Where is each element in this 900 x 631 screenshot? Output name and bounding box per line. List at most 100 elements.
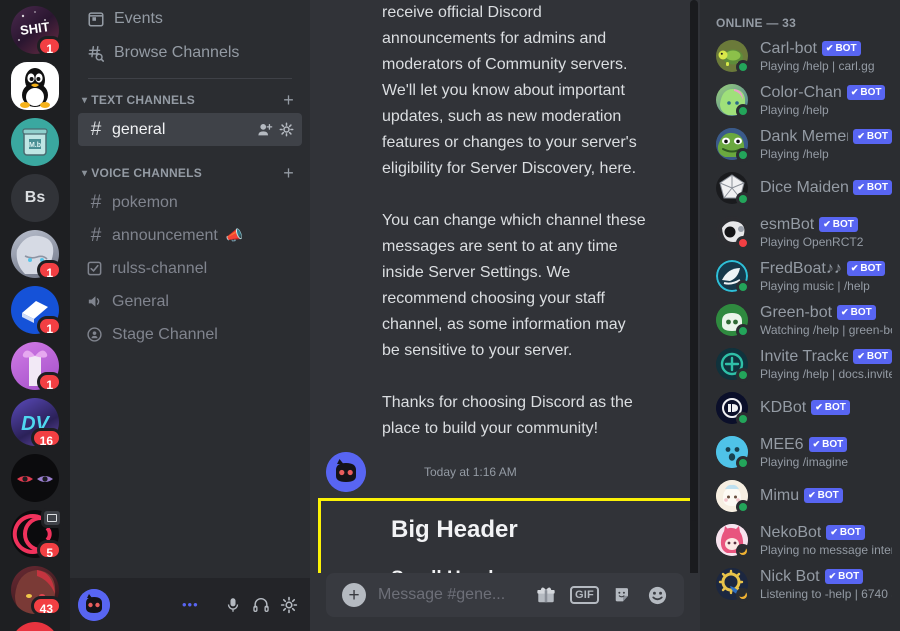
bot-label: BOT <box>835 43 857 54</box>
avatar[interactable] <box>716 524 750 558</box>
avatar[interactable] <box>716 436 750 470</box>
check-icon: ✔ <box>828 571 837 581</box>
channel-general[interactable]: # general <box>78 113 302 146</box>
status-indicator <box>736 148 750 162</box>
add-member-icon[interactable] <box>257 122 273 138</box>
server-icon-anime[interactable]: 1 <box>11 230 62 280</box>
gear-icon[interactable] <box>279 122 294 137</box>
avatar[interactable] <box>326 452 366 492</box>
nav-item-events[interactable]: Events <box>78 2 302 36</box>
gift-icon[interactable] <box>536 585 556 605</box>
gif-icon[interactable]: GIF <box>570 586 599 604</box>
message-list[interactable]: receive official Discord announcements f… <box>310 0 700 573</box>
channel-pokemon[interactable]: # pokemon <box>78 186 302 219</box>
avatar[interactable] <box>716 84 750 118</box>
server-icon-red-hair[interactable]: 43 <box>11 566 62 616</box>
server-icon-bs[interactable]: Bs <box>11 174 59 222</box>
check-icon: ✔ <box>830 527 838 537</box>
member-row-invite-tracker[interactable]: Invite Tracker ✔ BOT Playing /help | docs… <box>700 342 900 386</box>
microphone-icon[interactable] <box>224 596 242 614</box>
server-icon-shit[interactable]: SHIT 1 <box>11 6 62 56</box>
avatar[interactable] <box>716 128 750 162</box>
server-icon-linux[interactable] <box>11 62 59 110</box>
channel-general-voice[interactable]: General <box>78 285 302 318</box>
member-name: Color-Chan <box>760 83 842 101</box>
user-panel-icons[interactable] <box>224 596 302 614</box>
avatar[interactable] <box>716 216 750 250</box>
bot-label: BOT <box>822 439 844 450</box>
bot-badge: ✔ BOT <box>846 261 886 276</box>
browse-channels-icon <box>86 43 106 63</box>
member-row-dank-memer[interactable]: Dank Memer ✔ BOT Playing /help <box>700 122 900 166</box>
emoji-icon[interactable] <box>647 585 668 606</box>
settings-gear-icon[interactable] <box>280 596 298 614</box>
member-name: Nick Bot <box>760 567 820 585</box>
member-row-carl-bot[interactable]: Carl-bot ✔ BOT Playing /help | carl.gg <box>700 34 900 78</box>
member-info: Carl-bot ✔ BOT Playing /help | carl.gg <box>760 40 892 73</box>
category-voice-channels[interactable]: ▾ VOICE CHANNELS + <box>78 160 302 186</box>
add-channel-icon[interactable]: + <box>283 164 298 182</box>
member-row-mimu[interactable]: Mimu ✔ BOT <box>700 474 900 518</box>
channel-list[interactable]: Events Browse Channels ▾ TEXT CHANNELS +… <box>70 0 310 578</box>
member-row-green-bot[interactable]: Green-bot ✔ BOT Watching /help | green-bo… <box>700 298 900 342</box>
member-activity: Playing /help <box>760 102 829 117</box>
member-row-dice-maiden[interactable]: Dice Maiden ✔ BOT <box>700 166 900 210</box>
check-icon: ✔ <box>857 131 865 141</box>
avatar[interactable] <box>716 480 750 514</box>
category-text-channels[interactable]: ▾ TEXT CHANNELS + <box>78 87 302 113</box>
member-info: NekoBot ✔BOT Playing no message intent s… <box>760 524 892 557</box>
check-icon: ✔ <box>815 402 823 412</box>
channel-label: rulss-channel <box>112 259 208 277</box>
member-activity: Playing /imagine <box>760 454 849 469</box>
composer-icons[interactable]: GIF <box>536 585 668 606</box>
member-info: FredBoat♪♪ ✔ BOT Playing music | /help <box>760 260 892 293</box>
member-name: esmBot <box>760 215 815 233</box>
member-row-esmbot[interactable]: esmBot ✔ BOT Playing OpenRCT2 <box>700 210 900 254</box>
add-attachment-button[interactable]: + <box>342 583 366 607</box>
avatar[interactable] <box>716 304 750 338</box>
server-icon-blue[interactable]: 1 <box>11 286 62 336</box>
avatar[interactable] <box>716 40 750 74</box>
member-info: Invite Tracker ✔ BOT Playing /help | docs… <box>760 348 892 381</box>
message-composer[interactable]: + Message #gene... GIF <box>326 573 684 617</box>
check-icon: ✔ <box>808 490 816 500</box>
channel-label: Stage Channel <box>112 325 218 343</box>
server-icon-bucket[interactable]: M.b <box>11 118 59 166</box>
avatar[interactable] <box>78 588 110 621</box>
user-panel[interactable]: ••• <box>70 578 310 631</box>
avatar[interactable] <box>716 392 750 426</box>
member-row-mee6[interactable]: MEE6 ✔ BOT Playing /imagine <box>700 430 900 474</box>
message-input[interactable]: Message #gene... <box>378 586 524 604</box>
channel-rulss-channel[interactable]: rulss-channel <box>78 252 302 285</box>
rules-icon <box>86 260 106 277</box>
member-row-nick-bot[interactable]: Nick Bot ✔ BOT Listening to -help | 6740 … <box>700 562 900 606</box>
nav-item-browse-channels[interactable]: Browse Channels <box>78 36 302 70</box>
sticker-icon[interactable] <box>613 585 633 605</box>
server-icon-eyes[interactable] <box>11 454 59 502</box>
headset-icon[interactable] <box>252 596 270 614</box>
server-badge: 1 <box>37 316 62 336</box>
member-row-color-chan[interactable]: Color-Chan ✔ BOT Playing /help <box>700 78 900 122</box>
avatar[interactable] <box>716 172 750 206</box>
add-channel-icon[interactable]: + <box>283 91 298 109</box>
channel-announcement[interactable]: # announcement 📣 <box>78 219 302 252</box>
member-list-header: ONLINE — 33 <box>716 16 796 30</box>
member-row-nekobot[interactable]: NekoBot ✔BOT Playing no message intent s… <box>700 518 900 562</box>
avatar[interactable] <box>716 260 750 294</box>
server-icon-moon[interactable]: 5 <box>11 508 63 560</box>
member-name: FredBoat♪♪ <box>760 259 842 277</box>
server-icon-pink[interactable]: 1 <box>11 342 62 392</box>
avatar[interactable] <box>716 568 750 602</box>
server-rail[interactable]: SHIT 1 M.b Bs 1 1 1 DV 16 5 43 <box>0 0 70 631</box>
bot-label: BOT <box>850 307 872 318</box>
server-icon-new[interactable]: NEW <box>11 622 59 631</box>
channel-stage[interactable]: Stage Channel <box>78 318 302 351</box>
member-row-fredboat[interactable]: FredBoat♪♪ ✔ BOT Playing music | /help <box>700 254 900 298</box>
message-scrollbar[interactable] <box>690 0 698 573</box>
channel-actions[interactable] <box>257 122 294 138</box>
member-row-kdbot[interactable]: KDBot ✔ BOT <box>700 386 900 430</box>
message-body-3: Thanks for choosing Discord as the place… <box>382 394 633 437</box>
member-list[interactable]: ONLINE — 33 Carl-bot ✔ BOT Playing /help … <box>700 0 900 631</box>
avatar[interactable] <box>716 348 750 382</box>
server-icon-dv[interactable]: DV 16 <box>11 398 62 448</box>
